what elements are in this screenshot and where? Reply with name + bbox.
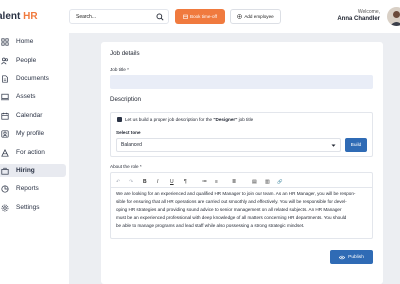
home-icon	[1, 37, 9, 46]
sidebar-item-settings[interactable]: Settings	[0, 201, 66, 214]
sidebar-item-documents[interactable]: Documents	[0, 72, 66, 85]
add-employee-button[interactable]: Add employee	[230, 9, 281, 24]
search-box[interactable]	[69, 9, 169, 24]
reports-icon	[1, 184, 9, 193]
sidebar-item-for-action[interactable]: For action	[0, 146, 66, 159]
sidebar-item-home[interactable]: Home	[0, 35, 66, 48]
assets-icon	[1, 93, 9, 100]
plus-icon	[237, 14, 243, 19]
align-icon[interactable]: ≣	[232, 178, 236, 185]
chevron-down-icon	[331, 144, 336, 147]
sidebar-item-my-profile[interactable]: My profile	[0, 127, 66, 140]
avatar[interactable]	[387, 7, 400, 26]
settings-icon	[1, 204, 9, 211]
profile-icon	[1, 129, 9, 138]
undo-icon[interactable]: ↶	[116, 178, 120, 185]
hiring-icon	[1, 167, 9, 175]
sidebar-item-reports[interactable]: Reports	[0, 182, 66, 195]
publish-button[interactable]: Publish	[330, 250, 373, 264]
tone-select[interactable]: Balanced	[116, 138, 341, 152]
welcome-block: Welcome, Anna Chandler	[337, 9, 380, 23]
numbered-list-icon[interactable]: ≡	[215, 178, 218, 185]
image-icon[interactable]: ▥	[265, 178, 270, 185]
action-icon	[1, 148, 9, 157]
underline-button[interactable]: U	[170, 178, 174, 185]
job-title-input[interactable]	[110, 75, 373, 89]
people-icon	[1, 57, 9, 64]
book-timeoff-button[interactable]: Book time-off	[175, 9, 225, 24]
build-description-text: Let us build a proper job description fo…	[125, 117, 254, 122]
job-title-label: Job title *	[110, 67, 129, 72]
build-description-checkbox[interactable]	[117, 117, 122, 122]
bullet-list-icon[interactable]: ≔	[202, 178, 207, 185]
italic-button[interactable]: I	[157, 178, 158, 185]
app-logo: alent HR	[0, 11, 38, 22]
eye-icon	[339, 255, 346, 259]
paragraph-icon[interactable]: ¶	[184, 178, 187, 185]
redo-icon[interactable]: ↷	[129, 178, 133, 185]
search-icon[interactable]	[156, 13, 164, 21]
calendar-icon	[183, 14, 188, 19]
link-icon[interactable]: 🔗	[277, 178, 282, 185]
documents-icon	[2, 74, 8, 83]
editor-toolbar	[110, 172, 373, 188]
user-name[interactable]: Anna Chandler	[337, 16, 380, 23]
description-title: Description	[110, 96, 141, 103]
select-tone-label: Select tone	[116, 130, 141, 135]
sidebar-item-people[interactable]: People	[0, 54, 66, 67]
bold-button[interactable]: B	[143, 178, 147, 185]
job-details-title: Job details	[110, 50, 140, 57]
search-input[interactable]	[76, 13, 154, 21]
avatar-image	[390, 11, 400, 26]
about-role-label: About the role *	[110, 164, 142, 169]
sidebar-item-hiring[interactable]: Hiring	[0, 164, 66, 177]
build-button[interactable]: Build	[345, 138, 367, 152]
sidebar-item-calendar[interactable]: Calendar	[0, 109, 66, 122]
table-icon[interactable]: ▤	[252, 178, 257, 185]
calendar-icon	[1, 112, 9, 120]
about-role-text[interactable]: We are looking for an experienced and qu…	[116, 190, 373, 230]
sidebar-item-assets[interactable]: Assets	[0, 90, 66, 103]
